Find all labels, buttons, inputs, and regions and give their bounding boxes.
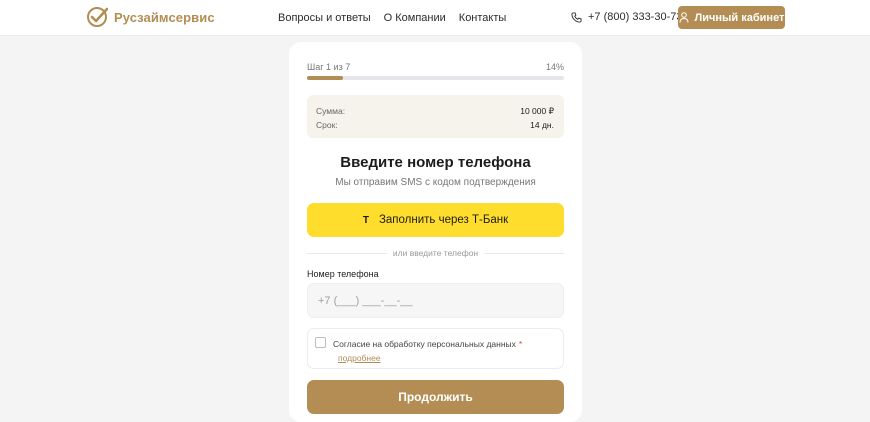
step-label: Шаг 1 из 7 xyxy=(307,62,351,72)
step-indicator: Шаг 1 из 7 14% xyxy=(307,62,564,72)
application-form-card: Шаг 1 из 7 14% Сумма: 10 000 ₽ Срок: 14 … xyxy=(289,42,582,422)
required-asterisk: * xyxy=(518,339,523,349)
summary-amount-value: 10 000 ₽ xyxy=(520,106,554,116)
nav-faq-link[interactable]: Вопросы и ответы xyxy=(278,12,371,24)
nav-contacts-link[interactable]: Контакты xyxy=(459,12,507,24)
user-icon xyxy=(679,12,689,23)
phone-input[interactable] xyxy=(307,283,564,318)
consent-box: Согласие на обработку персональных данны… xyxy=(307,328,564,369)
phone-icon xyxy=(571,11,582,23)
header-phone[interactable]: +7 (800) 333-30-73 xyxy=(571,11,682,23)
summary-row-amount: Сумма: 10 000 ₽ xyxy=(316,104,554,118)
brand-name: Русзаймсервис xyxy=(114,9,215,25)
checkmark-logo-icon xyxy=(87,7,108,27)
personal-cabinet-button[interactable]: Личный кабинет xyxy=(678,6,785,29)
consent-label: Согласие на обработку персональных данны… xyxy=(333,339,522,349)
tbank-fill-button[interactable]: Т Заполнить через Т-Банк xyxy=(307,203,564,237)
consent-text: Согласие на обработку персональных данны… xyxy=(333,339,516,349)
consent-checkbox[interactable] xyxy=(315,337,326,348)
progress-percent: 14% xyxy=(545,62,564,72)
cabinet-label: Личный кабинет xyxy=(694,11,785,24)
consent-details-link[interactable]: подробнее xyxy=(338,353,381,363)
continue-button[interactable]: Продолжить xyxy=(307,380,564,414)
tbank-logo-icon: Т xyxy=(362,214,369,226)
phone-field-label: Номер телефона xyxy=(307,269,379,279)
divider-text: или введите телефон xyxy=(386,248,485,258)
summary-row-term: Срок: 14 дн. xyxy=(316,118,554,132)
logo[interactable]: Русзаймсервис xyxy=(86,6,215,28)
or-divider: или введите телефон xyxy=(307,248,564,258)
form-subtitle: Мы отправим SMS с кодом подтверждения xyxy=(335,177,536,188)
summary-term-label: Срок: xyxy=(316,120,338,130)
loan-summary: Сумма: 10 000 ₽ Срок: 14 дн. xyxy=(307,95,564,138)
tbank-button-label: Заполнить через Т-Банк xyxy=(378,214,509,226)
progress-bar xyxy=(307,76,564,80)
main-nav: Вопросы и ответы О Компании Контакты xyxy=(278,12,506,24)
site-header: Русзаймсервис Вопросы и ответы О Компани… xyxy=(0,0,870,36)
summary-term-value: 14 дн. xyxy=(530,120,554,130)
form-title: Введите номер телефона xyxy=(340,154,531,171)
progress-bar-fill xyxy=(307,76,343,80)
phone-number: +7 (800) 333-30-73 xyxy=(588,11,683,23)
nav-about-link[interactable]: О Компании xyxy=(384,12,446,24)
summary-amount-label: Сумма: xyxy=(316,106,346,116)
